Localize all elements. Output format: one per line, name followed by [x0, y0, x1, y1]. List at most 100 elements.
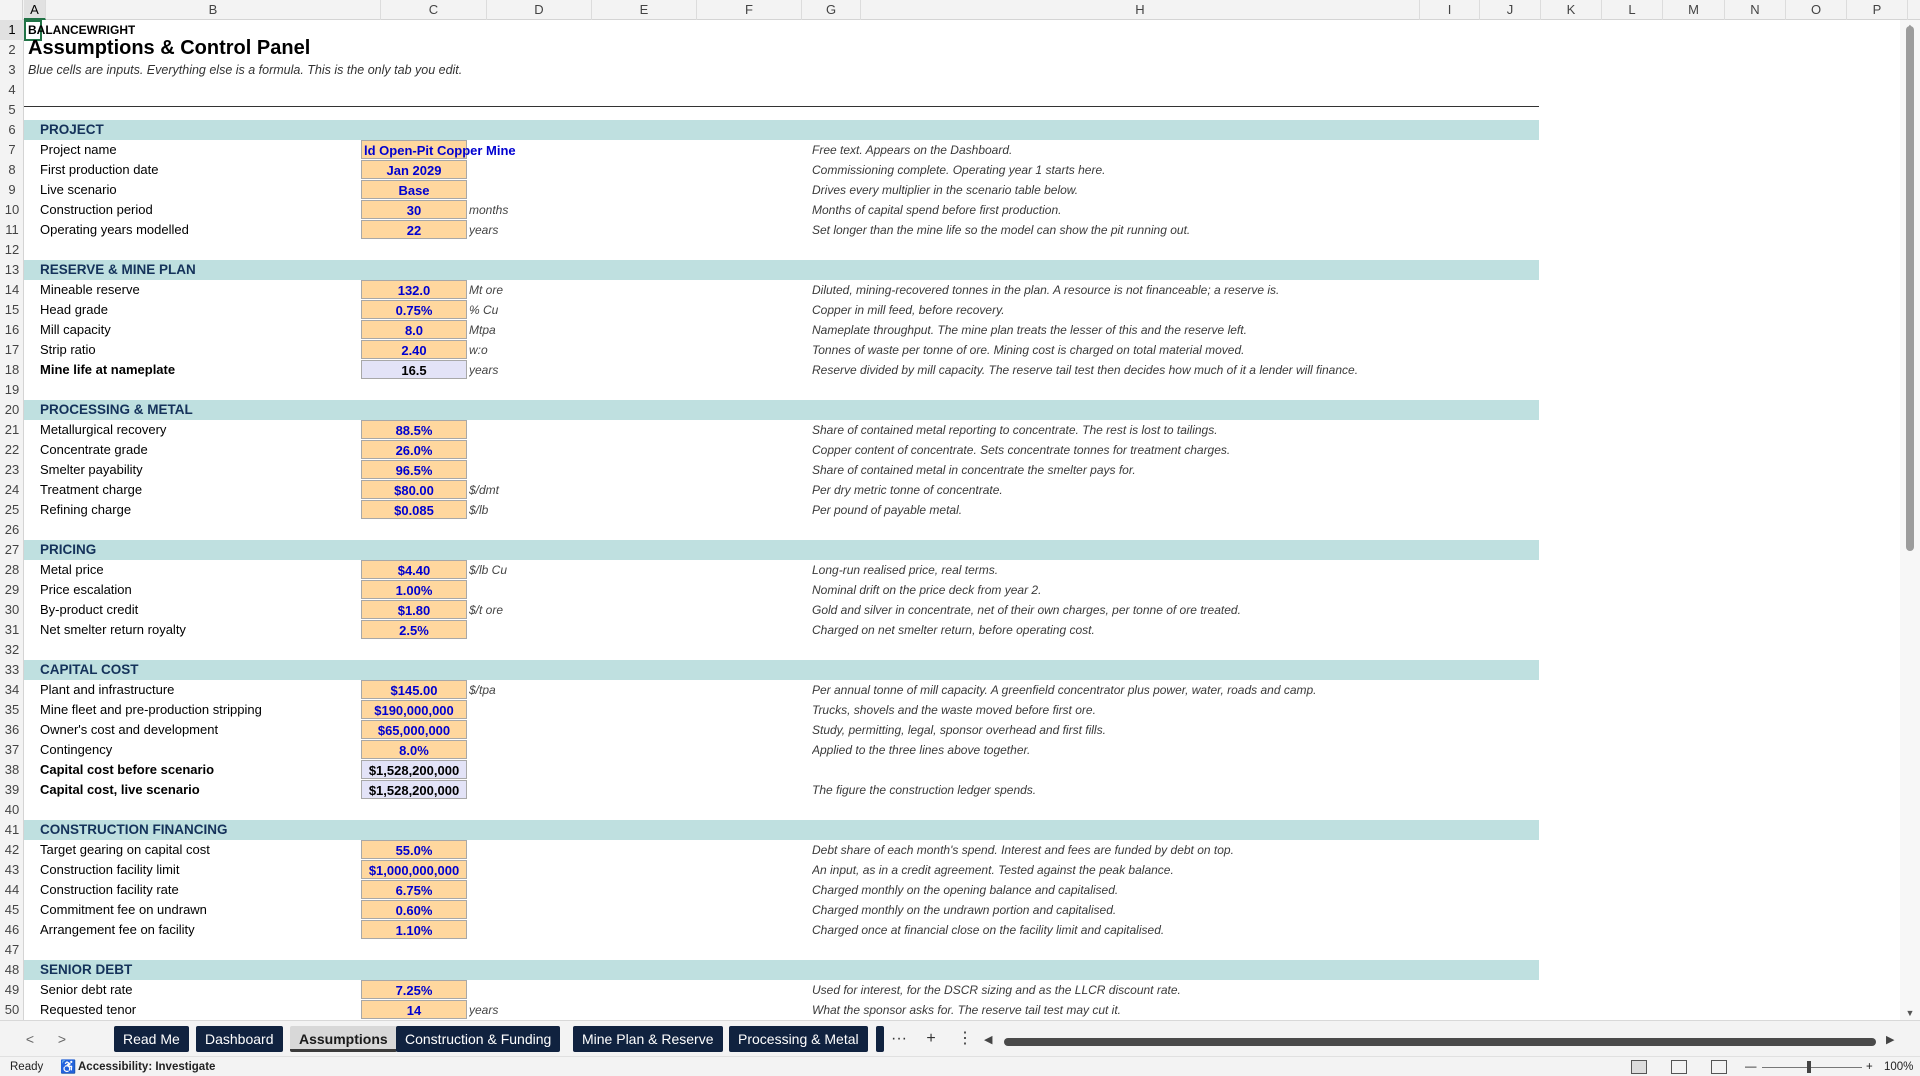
- row-header[interactable]: 28: [0, 560, 24, 580]
- input-cell[interactable]: 8.0: [361, 320, 467, 339]
- assumption-label[interactable]: Head grade: [40, 300, 380, 320]
- row-header[interactable]: 36: [0, 720, 24, 740]
- page-layout-view-icon[interactable]: [1671, 1060, 1687, 1074]
- input-cell[interactable]: $1,000,000,000: [361, 860, 467, 879]
- note-text[interactable]: Charged monthly on the opening balance a…: [812, 880, 1552, 900]
- row-header[interactable]: 29: [0, 580, 24, 600]
- note-text[interactable]: Applied to the three lines above togethe…: [812, 740, 1552, 760]
- input-cell[interactable]: Jan 2029: [361, 160, 467, 179]
- row-header[interactable]: 41: [0, 820, 24, 840]
- note-text[interactable]: Charged monthly on the undrawn portion a…: [812, 900, 1552, 920]
- section-heading[interactable]: PROCESSING & METAL: [40, 400, 380, 420]
- assumption-label[interactable]: Concentrate grade: [40, 440, 380, 460]
- assumption-label[interactable]: Mine fleet and pre-production stripping: [40, 700, 380, 720]
- assumption-label[interactable]: Construction facility limit: [40, 860, 380, 880]
- unit-label[interactable]: Mtpa: [469, 320, 559, 340]
- row-header[interactable]: 23: [0, 460, 24, 480]
- row-header[interactable]: 35: [0, 700, 24, 720]
- row-header[interactable]: 46: [0, 920, 24, 940]
- row-header[interactable]: 17: [0, 340, 24, 360]
- assumption-label[interactable]: Senior debt rate: [40, 980, 380, 1000]
- row-header[interactable]: 3: [0, 60, 24, 80]
- note-text[interactable]: Study, permitting, legal, sponsor overhe…: [812, 720, 1552, 740]
- assumption-label[interactable]: Owner's cost and development: [40, 720, 380, 740]
- sheet-grid[interactable]: BALANCEWRIGHT Assumptions & Control Pane…: [24, 20, 1900, 1020]
- row-header[interactable]: 21: [0, 420, 24, 440]
- assumption-label[interactable]: Commitment fee on undrawn: [40, 900, 380, 920]
- row-header[interactable]: 45: [0, 900, 24, 920]
- assumption-label[interactable]: Plant and infrastructure: [40, 680, 380, 700]
- input-cell[interactable]: 0.60%: [361, 900, 467, 919]
- row-header[interactable]: 47: [0, 940, 24, 960]
- assumption-label[interactable]: Operating years modelled: [40, 220, 380, 240]
- horizontal-scroll-thumb[interactable]: [1004, 1038, 1876, 1046]
- note-text[interactable]: Commissioning complete. Operating year 1…: [812, 160, 1552, 180]
- column-header[interactable]: I: [1420, 0, 1480, 20]
- zoom-level[interactable]: 100%: [1884, 1057, 1913, 1076]
- row-header[interactable]: 1: [0, 20, 24, 40]
- input-cell[interactable]: 30: [361, 200, 467, 219]
- unit-label[interactable]: $/lb Cu: [469, 560, 559, 580]
- column-header[interactable]: Q: [1908, 0, 1920, 20]
- next-sheet-icon[interactable]: >: [52, 1029, 72, 1049]
- note-text[interactable]: Drives every multiplier in the scenario …: [812, 180, 1552, 200]
- accessibility-status[interactable]: Accessibility: Investigate: [78, 1057, 215, 1076]
- note-text[interactable]: The figure the construction ledger spend…: [812, 780, 1552, 800]
- row-header[interactable]: 31: [0, 620, 24, 640]
- assumption-label[interactable]: Contingency: [40, 740, 380, 760]
- note-text[interactable]: Months of capital spend before first pro…: [812, 200, 1552, 220]
- row-header[interactable]: 37: [0, 740, 24, 760]
- input-cell[interactable]: $65,000,000: [361, 720, 467, 739]
- sheet-tab[interactable]: Assumptions: [290, 1026, 397, 1052]
- note-text[interactable]: Charged once at financial close on the f…: [812, 920, 1552, 940]
- assumption-label[interactable]: Metal price: [40, 560, 380, 580]
- row-header[interactable]: 30: [0, 600, 24, 620]
- input-cell[interactable]: 132.0: [361, 280, 467, 299]
- row-header[interactable]: 14: [0, 280, 24, 300]
- sheet-tab[interactable]: Mine Plan & Reserve: [573, 1026, 723, 1052]
- unit-label[interactable]: years: [469, 1000, 559, 1020]
- zoom-out-button[interactable]: —: [1745, 1057, 1757, 1076]
- assumption-label[interactable]: Treatment charge: [40, 480, 380, 500]
- row-header[interactable]: 26: [0, 520, 24, 540]
- formula-cell[interactable]: 16.5: [361, 360, 467, 379]
- note-text[interactable]: Debt share of each month's spend. Intere…: [812, 840, 1552, 860]
- row-header[interactable]: 44: [0, 880, 24, 900]
- row-header[interactable]: 13: [0, 260, 24, 280]
- column-header[interactable]: B: [46, 0, 381, 20]
- note-text[interactable]: Trucks, shovels and the waste moved befo…: [812, 700, 1552, 720]
- row-header[interactable]: 11: [0, 220, 24, 240]
- row-header[interactable]: 8: [0, 160, 24, 180]
- column-header[interactable]: K: [1541, 0, 1602, 20]
- note-text[interactable]: Share of contained metal reporting to co…: [812, 420, 1552, 440]
- assumption-label[interactable]: Live scenario: [40, 180, 380, 200]
- page-break-view-icon[interactable]: [1711, 1060, 1727, 1074]
- input-cell[interactable]: ld Open-Pit Copper Mine: [361, 140, 516, 159]
- assumption-label[interactable]: Smelter payability: [40, 460, 380, 480]
- row-header[interactable]: 20: [0, 400, 24, 420]
- assumption-label[interactable]: Capital cost, live scenario: [40, 780, 380, 800]
- row-header[interactable]: 27: [0, 540, 24, 560]
- input-cell[interactable]: $1.80: [361, 600, 467, 619]
- input-cell[interactable]: Base: [361, 180, 467, 199]
- assumption-label[interactable]: Price escalation: [40, 580, 380, 600]
- note-text[interactable]: Per dry metric tonne of concentrate.: [812, 480, 1552, 500]
- sheet-tab-overflow[interactable]: [876, 1026, 884, 1052]
- unit-label[interactable]: $/tpa: [469, 680, 559, 700]
- row-header[interactable]: 6: [0, 120, 24, 140]
- unit-label[interactable]: Mt ore: [469, 280, 559, 300]
- note-text[interactable]: Used for interest, for the DSCR sizing a…: [812, 980, 1552, 1000]
- normal-view-icon[interactable]: [1631, 1060, 1647, 1074]
- note-text[interactable]: Share of contained metal in concentrate …: [812, 460, 1552, 480]
- column-header[interactable]: G: [802, 0, 861, 20]
- row-header[interactable]: 7: [0, 140, 24, 160]
- assumption-label[interactable]: First production date: [40, 160, 380, 180]
- note-text[interactable]: Charged on net smelter return, before op…: [812, 620, 1552, 640]
- input-cell[interactable]: $190,000,000: [361, 700, 467, 719]
- row-header[interactable]: 19: [0, 380, 24, 400]
- column-header[interactable]: L: [1602, 0, 1663, 20]
- column-header[interactable]: A: [24, 0, 46, 20]
- input-cell[interactable]: 2.40: [361, 340, 467, 359]
- unit-label[interactable]: months: [469, 200, 559, 220]
- input-cell[interactable]: 22: [361, 220, 467, 239]
